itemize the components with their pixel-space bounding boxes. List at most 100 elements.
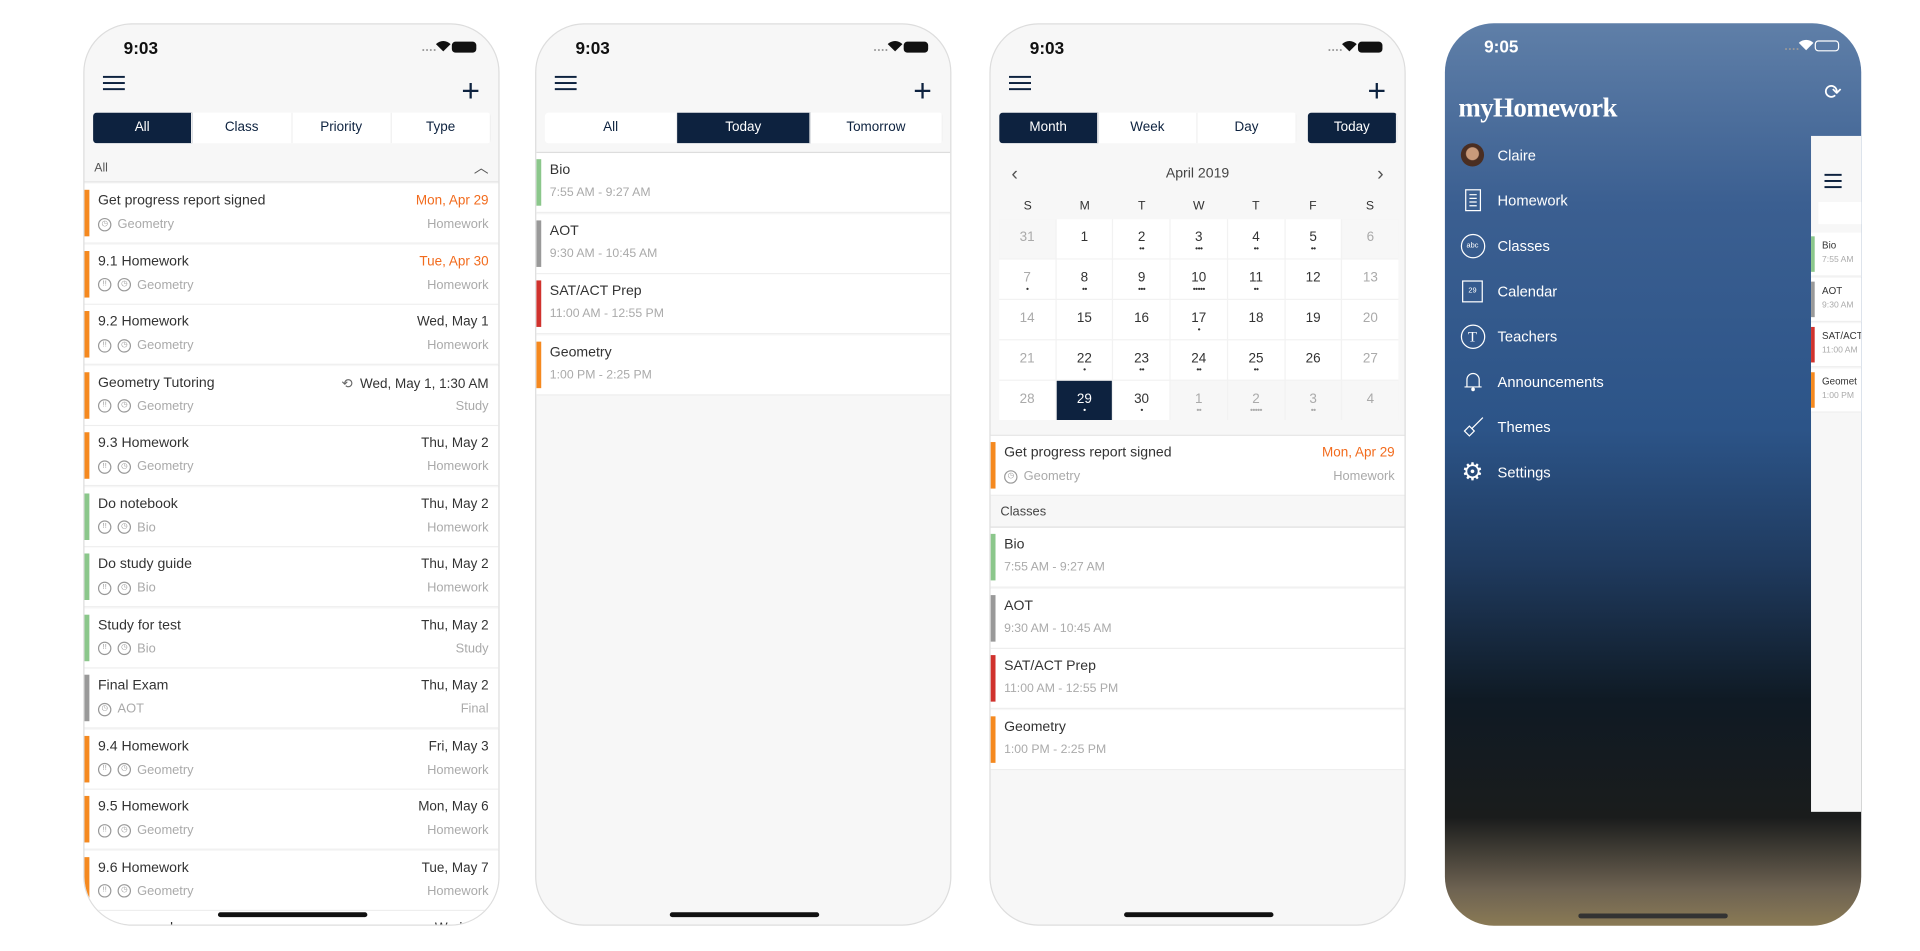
class-row[interactable]: AOT 9:30 AM - 10:45 AM	[536, 213, 951, 274]
calendar-day[interactable]: 27	[1342, 340, 1399, 380]
calendar-day[interactable]: 29 •	[1056, 380, 1113, 421]
calendar-day[interactable]: 19	[1285, 300, 1342, 340]
calendar-day[interactable]: 5 ••	[1285, 219, 1342, 259]
menu-item-announcements[interactable]: Announcements	[1460, 369, 1604, 395]
tab-day[interactable]: Day	[1198, 112, 1297, 144]
menu-item-themes[interactable]: Themes	[1460, 414, 1551, 440]
homework-row[interactable]: 9.4 Homework Fri, May 3 !! ◷ Geometry Home…	[84, 729, 499, 790]
class-row[interactable]: Bio 7:55 AM - 9:27 AM	[536, 153, 951, 214]
due-date: Tue, Apr 30	[419, 254, 488, 269]
calendar-day[interactable]: 23 ••	[1113, 340, 1170, 380]
class-row[interactable]: Geomet 1:00 PM	[1811, 368, 1862, 413]
homework-row[interactable]: Get progress report signed Mon, Apr 29 ◷…	[990, 435, 1405, 496]
chevron-up-icon[interactable]: ︿	[474, 157, 489, 178]
class-color-bar	[536, 341, 542, 388]
today-button[interactable]: Today	[1307, 112, 1398, 144]
section-header[interactable]: All ︿	[84, 153, 499, 183]
hamburger-icon[interactable]	[1008, 75, 1032, 92]
tab-all[interactable]: All	[545, 112, 678, 144]
add-button[interactable]: +	[461, 75, 480, 107]
calendar-day[interactable]: 3 ••	[1285, 380, 1342, 421]
calendar-day[interactable]: 28	[999, 380, 1056, 421]
add-button[interactable]: +	[913, 75, 932, 107]
calendar-day[interactable]: 25 ••	[1227, 340, 1284, 380]
homework-row[interactable]: Do study guide Thu, May 2 !! ◷ Bio Homewor…	[84, 547, 499, 608]
class-row[interactable]: Bio 7:55 AM - 9:27 AM	[990, 527, 1405, 588]
class-row[interactable]: AOT 9:30 AM - 10:45 AM	[990, 588, 1405, 649]
tab-priority[interactable]: Priority	[292, 112, 392, 144]
hamburger-icon[interactable]	[554, 75, 577, 92]
class-row[interactable]: Geometry 1:00 PM - 2:25 PM	[536, 334, 951, 395]
calendar-day[interactable]: 18	[1227, 300, 1284, 340]
calendar-day[interactable]: 3 •••	[1170, 219, 1227, 259]
tab-today[interactable]: Today	[677, 112, 811, 144]
class-row[interactable]: AOT 9:30 AM	[1811, 277, 1862, 323]
calendar-day[interactable]: 2 ••	[1113, 219, 1170, 259]
task-title: Geometry Tutoring	[97, 375, 215, 391]
homework-row[interactable]: 9.6 Homework Tue, May 7 !! ◷ Geometry Home…	[84, 850, 499, 911]
homework-row[interactable]: 9.1 Homework Tue, Apr 30 !! ◷ Geometry Hom…	[84, 244, 499, 305]
homework-row[interactable]: Do notebook Thu, May 2 !! ◷ Bio Homework	[84, 486, 499, 547]
calendar-day[interactable]: 16	[1113, 300, 1170, 340]
tab-month[interactable]: Month	[999, 112, 1099, 144]
calendar-day[interactable]: 4 ••	[1227, 219, 1284, 259]
homework-row[interactable]: 9.5 Homework Mon, May 6 !! ◷ Geometry Home…	[84, 789, 499, 850]
calendar-day[interactable]: 20	[1342, 300, 1399, 340]
menu-button[interactable]	[554, 75, 577, 98]
calendar-day[interactable]: 2 •••••	[1227, 380, 1284, 421]
class-row[interactable]: SAT/ACT 11:00 AM	[1811, 323, 1862, 368]
calendar-day[interactable]: 21	[999, 340, 1056, 380]
sync-icon[interactable]: ⟳	[1824, 81, 1841, 105]
add-button[interactable]: +	[1368, 75, 1387, 107]
menu-button[interactable]	[102, 75, 125, 98]
menu-button[interactable]	[1008, 75, 1032, 98]
task-title: Get progress report signed	[97, 193, 266, 209]
calendar-day[interactable]: 24 ••	[1170, 340, 1227, 380]
homework-row[interactable]: Geometry Tutoring ⟲ Wed, May 1, 1:30 AM !…	[84, 365, 499, 426]
tab-class[interactable]: Class	[193, 112, 293, 144]
calendar-day[interactable]: 1 ••	[1170, 380, 1227, 421]
due-date-text: Thu, May 2	[421, 678, 489, 694]
class-row[interactable]: Geometry 1:00 PM - 2:25 PM	[990, 709, 1405, 770]
calendar-day[interactable]: 15	[1056, 300, 1113, 340]
calendar-day[interactable]: 30 •	[1113, 380, 1170, 421]
tab-all[interactable]: All	[93, 112, 193, 144]
tab-type[interactable]: Type	[392, 112, 492, 144]
calendar-day[interactable]: 26	[1285, 340, 1342, 380]
calendar-day[interactable]: 7 •	[999, 259, 1056, 299]
calendar-day[interactable]: 11 ••	[1227, 259, 1284, 299]
calendar-day[interactable]: 31	[999, 219, 1056, 259]
hamburger-icon[interactable]	[1824, 173, 1847, 190]
calendar-day[interactable]: 9 •••	[1113, 259, 1170, 299]
calendar-day[interactable]: 13	[1342, 259, 1399, 299]
calendar-day[interactable]: 22 •	[1056, 340, 1113, 380]
menu-item-homework[interactable]: Homework	[1460, 187, 1568, 213]
tab-tomorrow[interactable]: Tomorrow	[810, 112, 943, 144]
class-row[interactable]: Bio 7:55 AM	[1811, 232, 1862, 277]
calendar-day[interactable]: 12	[1285, 259, 1342, 299]
calendar-day[interactable]: 1	[1056, 219, 1113, 259]
menu-item-label: Classes	[1497, 236, 1550, 255]
calendar-day[interactable]: 6	[1342, 219, 1399, 259]
main-view-peek[interactable]: Bio 7:55 AM AOT 9:30 AM SAT/ACT 11:00 AM Geome…	[1811, 135, 1862, 812]
menu-item-settings[interactable]: ⚙ Settings	[1460, 459, 1550, 485]
calendar-day[interactable]: 14	[999, 300, 1056, 340]
homework-row[interactable]: 9.3 Homework Thu, May 2 !! ◷ Geometry Home…	[84, 426, 499, 487]
tab-week[interactable]: Week	[1098, 112, 1198, 144]
menu-item-teachers[interactable]: T Teachers	[1460, 323, 1557, 349]
menu-item-classes[interactable]: abc Classes	[1460, 233, 1550, 259]
hamburger-icon[interactable]	[102, 75, 125, 92]
homework-row[interactable]: Get progress report signed Mon, Apr 29 ◷…	[84, 183, 499, 244]
class-row[interactable]: SAT/ACT Prep 11:00 AM - 12:55 PM	[990, 648, 1405, 709]
homework-row[interactable]: Final Exam Thu, May 2 ◷ AOT Final	[84, 668, 499, 729]
menu-item-calendar[interactable]: 29 Calendar	[1460, 278, 1557, 304]
homework-row[interactable]: 9.2 Homework Wed, May 1 !! ◷ Geometry Home…	[84, 304, 499, 365]
class-row[interactable]: SAT/ACT Prep 11:00 AM - 12:55 PM	[536, 274, 951, 335]
menu-item-claire[interactable]: Claire	[1460, 142, 1536, 168]
calendar-day[interactable]: 4	[1342, 380, 1399, 421]
calendar-day[interactable]: 10 •••••	[1170, 259, 1227, 299]
class-name: Geometry	[137, 762, 194, 777]
calendar-day[interactable]: 8 ••	[1056, 259, 1113, 299]
homework-row[interactable]: Study for test Thu, May 2 !! ◷ Bio Study	[84, 607, 499, 668]
calendar-day[interactable]: 17 •	[1170, 300, 1227, 340]
